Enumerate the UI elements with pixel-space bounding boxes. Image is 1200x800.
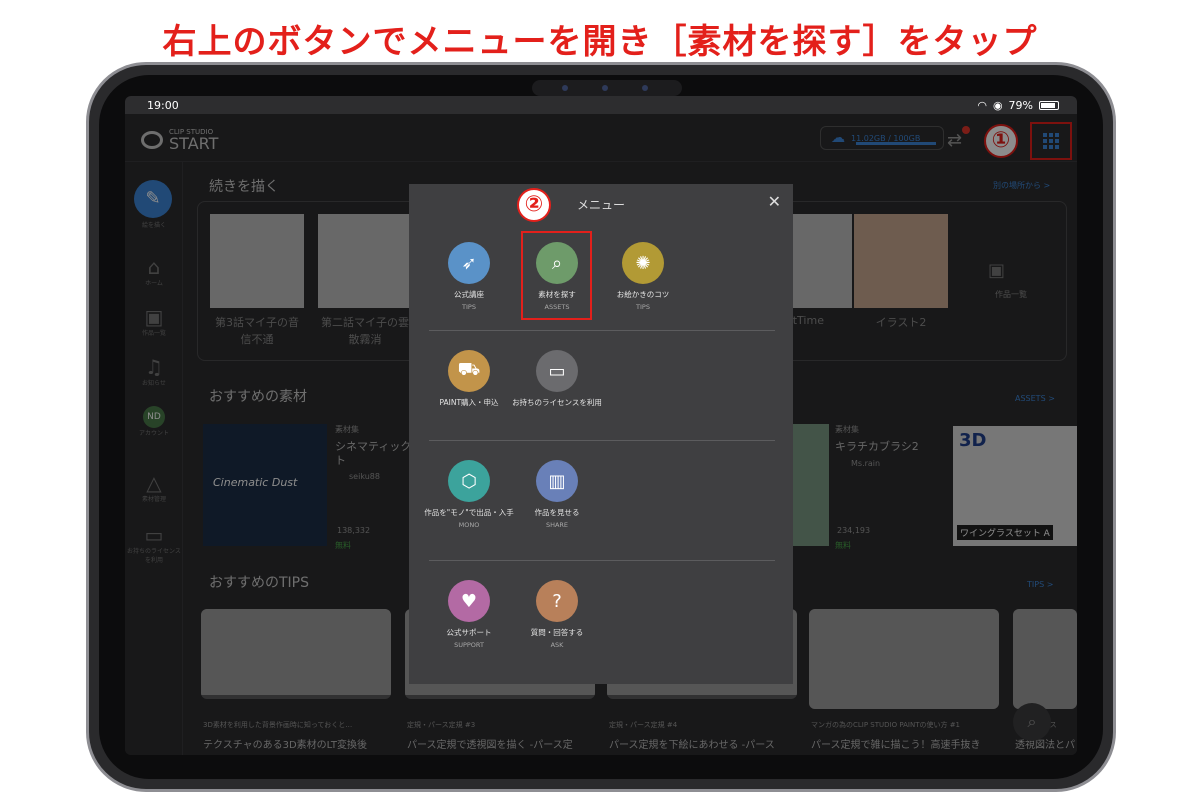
heart-hand-icon: ♥ (448, 580, 490, 622)
status-right: ◠ ◉ 79% (977, 99, 1059, 112)
menu-divider (429, 330, 775, 331)
menu-label: 公式講座 (454, 290, 484, 299)
menu-item-use-license[interactable]: ▭ お持ちのライセンスを利用 (509, 350, 605, 411)
menu-item-buy-paint[interactable]: ⛟ PAINT購入・申込 (421, 350, 517, 411)
camera-light-icon (642, 85, 648, 91)
menu-sub: MONO (458, 521, 480, 529)
menu-divider (429, 560, 775, 561)
menu-sub: TIPS (636, 303, 650, 311)
menu-item-support[interactable]: ♥ 公式サポート SUPPORT (421, 580, 517, 649)
menu-label: お持ちのライセンスを利用 (512, 398, 602, 407)
menu-label: 作品を"モノ"で出品・入手 (424, 508, 514, 517)
menu-sub: TIPS (462, 303, 476, 311)
cart-icon: ⛟ (448, 350, 490, 392)
app-screen: 19:00 ◠ ◉ 79% CLIP STUDIO START ☁ 11.02G… (125, 96, 1077, 755)
instruction-headline: 右上のボタンでメニューを開き［素材を探す］をタップ (162, 22, 1038, 62)
menu-divider (429, 440, 775, 441)
location-icon: ◉ (992, 99, 1003, 112)
lightbulb-icon: ✺ (622, 242, 664, 284)
menu-label: 作品を見せる (534, 508, 580, 517)
share-book-icon: ▥ (536, 460, 578, 502)
menu-title: メニュー (576, 198, 625, 212)
rocket-icon: ➶ (448, 242, 490, 284)
menu-item-drawing-tips[interactable]: ✺ お絵かきのコツ TIPS (595, 242, 691, 311)
camera-lens-icon (562, 85, 568, 91)
menu-label: お絵かきのコツ (616, 290, 670, 299)
menu-sub: SHARE (545, 521, 569, 529)
ticket-icon: ▭ (536, 350, 578, 392)
status-bar: 19:00 ◠ ◉ 79% (125, 96, 1077, 114)
menu-sub: SUPPORT (454, 641, 484, 649)
wifi-icon: ◠ (977, 99, 987, 112)
camera-sensor-icon (602, 85, 608, 91)
menu-item-ask[interactable]: ? 質問・回答する ASK (509, 580, 605, 649)
close-icon[interactable]: ✕ (768, 192, 781, 211)
box-icon: ⬡ (448, 460, 490, 502)
battery-icon (1039, 101, 1059, 110)
battery-percent: 79% (1008, 99, 1033, 112)
menu-sub: ASK (550, 641, 564, 649)
menu-label: PAINT購入・申込 (439, 398, 499, 407)
highlight-find-assets (521, 231, 592, 320)
menu-item-official-tips[interactable]: ➶ 公式講座 TIPS (421, 242, 517, 311)
menu-item-mono[interactable]: ⬡ 作品を"モノ"で出品・入手 MONO (421, 460, 517, 529)
camera-bar (532, 80, 682, 96)
menu-label: 公式サポート (446, 628, 492, 637)
menu-panel: ② メニュー ✕ ➶ 公式講座 TIPS ⌕ 素材を探す ASSETS ✺ お絵… (409, 184, 793, 684)
menu-item-share[interactable]: ▥ 作品を見せる SHARE (509, 460, 605, 529)
status-time: 19:00 (147, 99, 179, 112)
menu-label: 質問・回答する (530, 628, 584, 637)
question-icon: ? (536, 580, 578, 622)
